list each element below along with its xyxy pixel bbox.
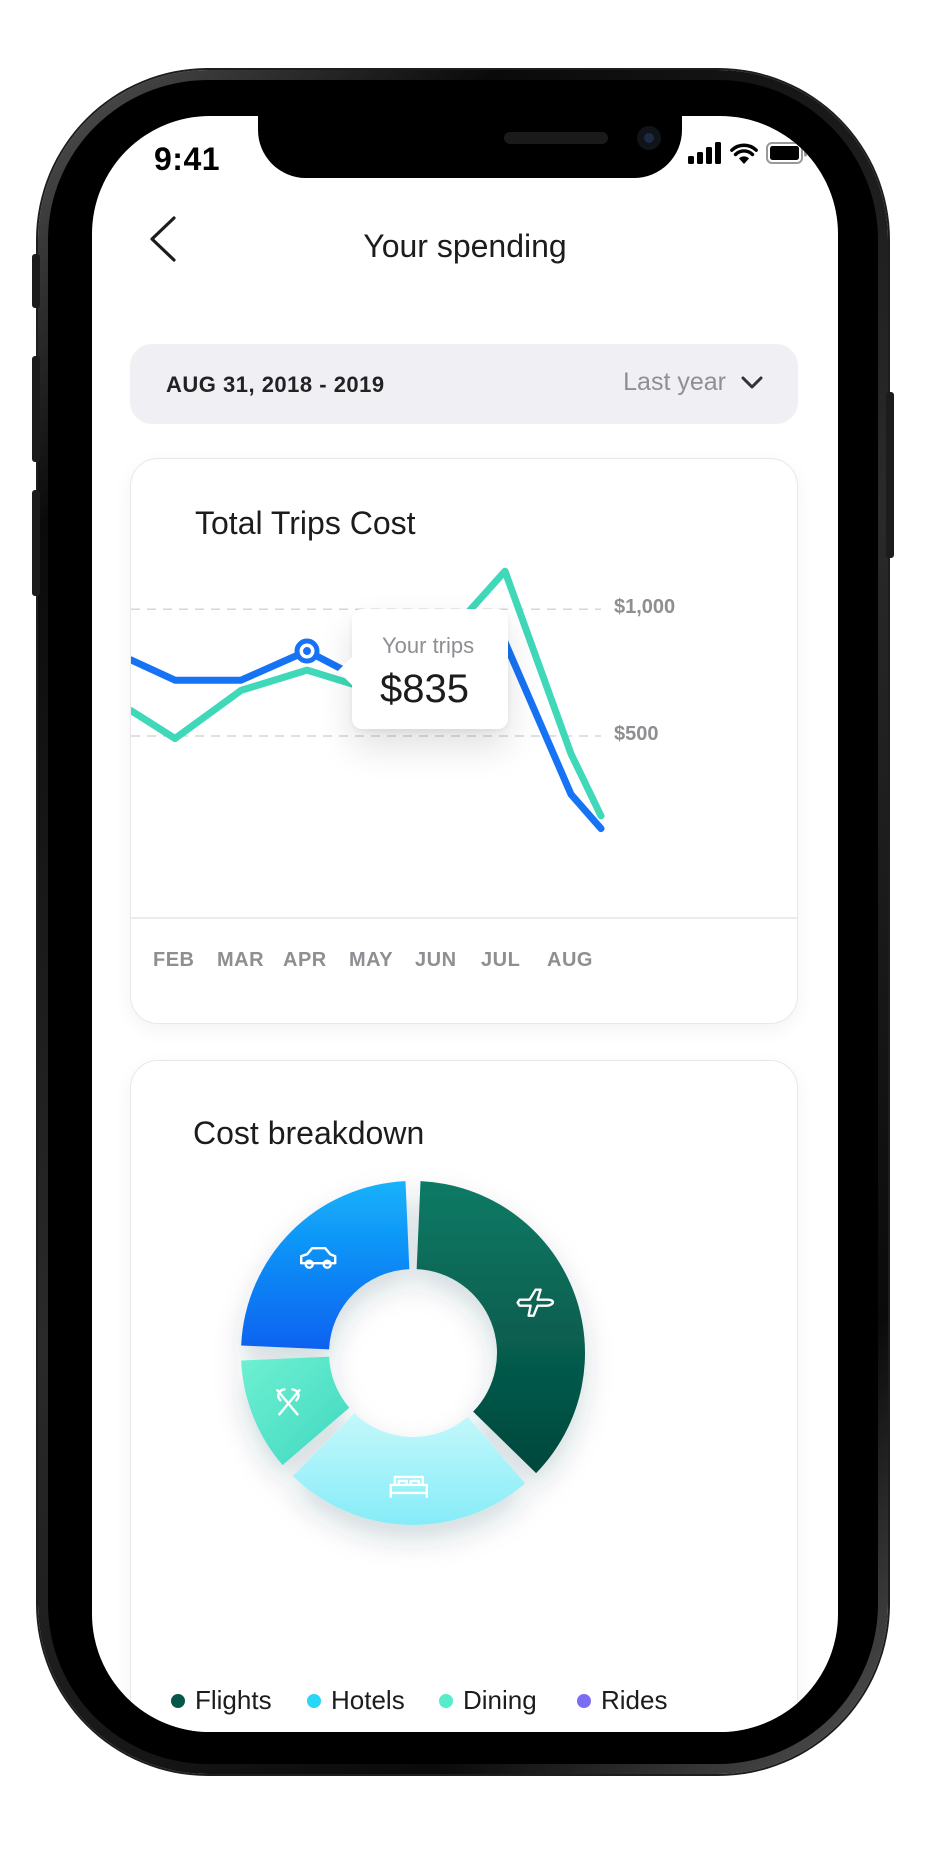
legend-label: Flights	[195, 1685, 272, 1715]
mute-switch	[32, 254, 40, 308]
month-label[interactable]: JUL	[481, 949, 520, 972]
page-title: Your spending	[363, 228, 567, 264]
y-tick-label: $1,000	[614, 596, 676, 618]
trips-cost-card: Total Trips Cost $1,000 $500 Your trips …	[130, 458, 798, 1024]
legend-item-rides[interactable]: Rides	[577, 1685, 667, 1716]
battery-icon	[766, 142, 807, 164]
cellular-signal-icon	[688, 142, 721, 164]
month-label[interactable]: FEB	[153, 949, 195, 972]
chart-legend: Flights Hotels Dining Rides	[171, 1685, 771, 1725]
legend-item-hotels[interactable]: Hotels	[307, 1685, 405, 1716]
legend-dot	[577, 1693, 591, 1708]
status-icons	[688, 142, 808, 164]
wifi-icon	[730, 143, 758, 164]
y-tick-label: $500	[614, 723, 659, 745]
app-screen: 9:41 Your spending AUG 31, 2018 - 2019 L…	[92, 116, 838, 1732]
legend-item-dining[interactable]: Dining	[439, 1685, 537, 1716]
slice-hotels	[292, 1413, 526, 1525]
volume-down-button	[32, 490, 40, 596]
cost-breakdown-title: Cost breakdown	[193, 1115, 425, 1151]
chart-tooltip: Your trips $835	[352, 609, 508, 729]
cost-breakdown-donut	[241, 1181, 585, 1525]
slice-rides	[241, 1181, 410, 1350]
legend-label: Hotels	[331, 1685, 405, 1715]
legend-label: Rides	[601, 1685, 668, 1715]
legend-item-flights[interactable]: Flights	[171, 1685, 272, 1716]
month-label[interactable]: MAR	[217, 949, 264, 972]
tooltip-label: Your trips	[382, 633, 475, 658]
highlighted-point-center	[303, 647, 311, 656]
month-label[interactable]: APR	[283, 949, 327, 972]
speaker-grille	[504, 132, 608, 144]
tooltip-value: $835	[380, 667, 469, 711]
notch	[258, 116, 682, 178]
month-label[interactable]: MAY	[349, 949, 393, 972]
power-button	[886, 392, 894, 558]
chevron-down-icon	[741, 376, 763, 388]
date-range-label: AUG 31, 2018 - 2019	[166, 372, 385, 397]
month-label[interactable]: AUG	[547, 949, 593, 972]
month-axis: FEB MAR APR MAY JUN JUL AUG	[131, 917, 797, 997]
date-range-bar: AUG 31, 2018 - 2019 Last year	[130, 344, 798, 424]
legend-dot	[307, 1693, 321, 1708]
month-label[interactable]: JUN	[415, 949, 457, 972]
period-dropdown[interactable]: Last year	[623, 368, 764, 397]
legend-dot	[439, 1693, 453, 1708]
volume-up-button	[32, 356, 40, 462]
legend-dot	[171, 1693, 185, 1708]
front-camera	[637, 126, 661, 150]
status-time: 9:41	[154, 141, 221, 177]
nav-bar: Your spending	[92, 194, 838, 274]
slice-flights	[416, 1181, 585, 1474]
legend-label: Dining	[463, 1685, 537, 1715]
cost-breakdown-card: Cost breakdown Flights Hotels Dining Rid…	[130, 1060, 798, 1732]
period-dropdown-value: Last year	[623, 368, 726, 396]
